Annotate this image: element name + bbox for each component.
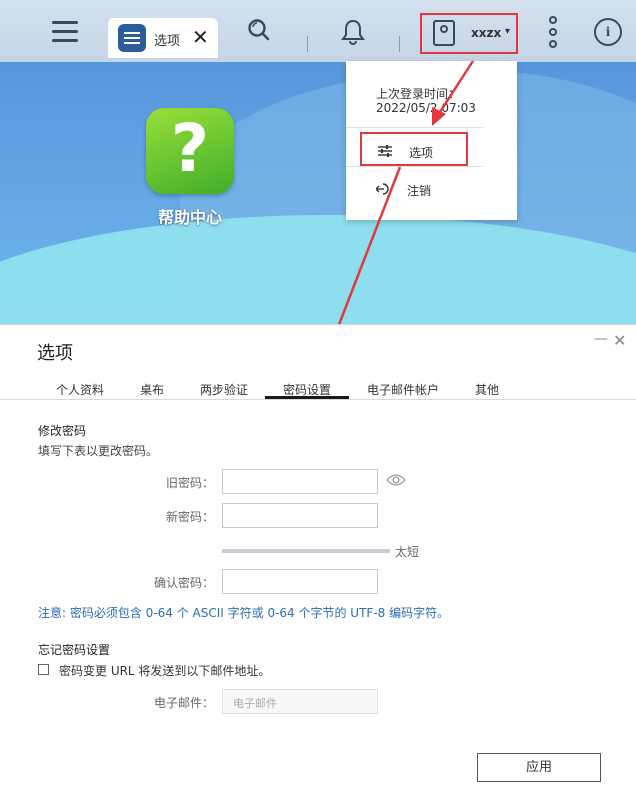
old-password-label: 旧密码： — [165, 476, 214, 490]
sliders-icon — [378, 145, 392, 157]
eye-icon[interactable] — [386, 473, 406, 487]
more-options-icon[interactable] — [548, 16, 558, 50]
main-menu-icon[interactable] — [52, 19, 78, 45]
tab-2-step-verification[interactable]: 两步验证 — [200, 381, 248, 398]
new-password-field[interactable] — [222, 503, 378, 528]
user-menu-button[interactable]: xxzx ▾ — [420, 13, 518, 54]
password-strength-bar — [222, 549, 390, 553]
password-note: 注意: 密码必须包含 0-64 个 ASCII 字符或 0-64 个字节的 UT… — [38, 606, 450, 620]
dialog-title: 选项 — [37, 343, 73, 364]
confirm-password-label: 确认密码： — [153, 576, 214, 590]
toolbar-divider — [307, 36, 308, 52]
menu-item-label: 注销 — [407, 184, 432, 198]
send-reset-url-checkbox[interactable] — [38, 664, 49, 675]
notification-bell-icon[interactable] — [340, 18, 366, 46]
menu-item-logout[interactable]: 注销 — [360, 172, 468, 206]
chevron-down-icon: ▾ — [505, 26, 511, 37]
toolbar-divider — [399, 36, 400, 52]
background-wave — [0, 215, 636, 325]
search-icon[interactable] — [248, 19, 270, 41]
help-center-label[interactable]: 帮助中心 — [130, 204, 250, 228]
tab-profile[interactable]: 个人资料 — [56, 381, 104, 398]
menu-divider — [346, 127, 483, 128]
new-password-label: 新密码： — [165, 510, 214, 524]
menu-divider — [346, 166, 483, 167]
help-center-app-icon[interactable]: ? — [146, 108, 234, 196]
apply-button[interactable]: 应用 — [477, 753, 601, 782]
old-password-field[interactable] — [222, 469, 378, 494]
tab-email-account[interactable]: 电子邮件帐户 — [367, 381, 439, 398]
minimize-icon[interactable]: — — [594, 331, 608, 347]
tab-other[interactable]: 其他 — [475, 381, 499, 398]
close-icon[interactable]: ✕ — [613, 331, 626, 350]
info-icon[interactable]: i — [594, 18, 622, 46]
user-name: xxzx — [471, 26, 502, 40]
tab-options[interactable]: 选项 ✕ — [108, 18, 218, 58]
options-app-icon — [118, 24, 146, 52]
menu-item-options[interactable]: 选项 — [360, 132, 468, 166]
close-tab-icon[interactable]: ✕ — [192, 25, 209, 49]
confirm-password-field[interactable] — [222, 569, 378, 594]
logout-icon — [376, 183, 389, 195]
forgot-password-title: 忘记密码设置 — [38, 643, 111, 657]
tab-wallpaper[interactable]: 桌布 — [140, 381, 164, 398]
question-mark-icon: ? — [170, 110, 210, 187]
last-login-time: 2022/05/2 07:03 — [376, 101, 476, 115]
change-password-title: 修改密码 — [38, 424, 87, 438]
last-login-label: 上次登录时间： — [376, 87, 461, 101]
options-dialog: 选项 — ✕ 个人资料 桌布 两步验证 密码设置 电子邮件帐户 其他 修改密码 … — [0, 324, 636, 800]
send-reset-url-label: 密码变更 URL 将发送到以下邮件地址。 — [59, 664, 271, 678]
top-bar: 选项 ✕ xxzx ▾ i — [0, 0, 636, 62]
email-label: 电子邮件： — [153, 696, 214, 710]
user-dropdown-menu: 上次登录时间： 2022/05/2 07:03 选项 注销 — [346, 61, 517, 220]
active-tab-indicator — [265, 396, 349, 399]
password-strength-label: 太短 — [395, 545, 420, 559]
tab-label: 选项 — [154, 34, 181, 49]
change-password-desc: 填写下表以更改密码。 — [38, 444, 159, 458]
menu-item-label: 选项 — [409, 146, 434, 160]
email-field[interactable]: 电子邮件 — [222, 689, 378, 714]
user-icon — [433, 20, 455, 46]
